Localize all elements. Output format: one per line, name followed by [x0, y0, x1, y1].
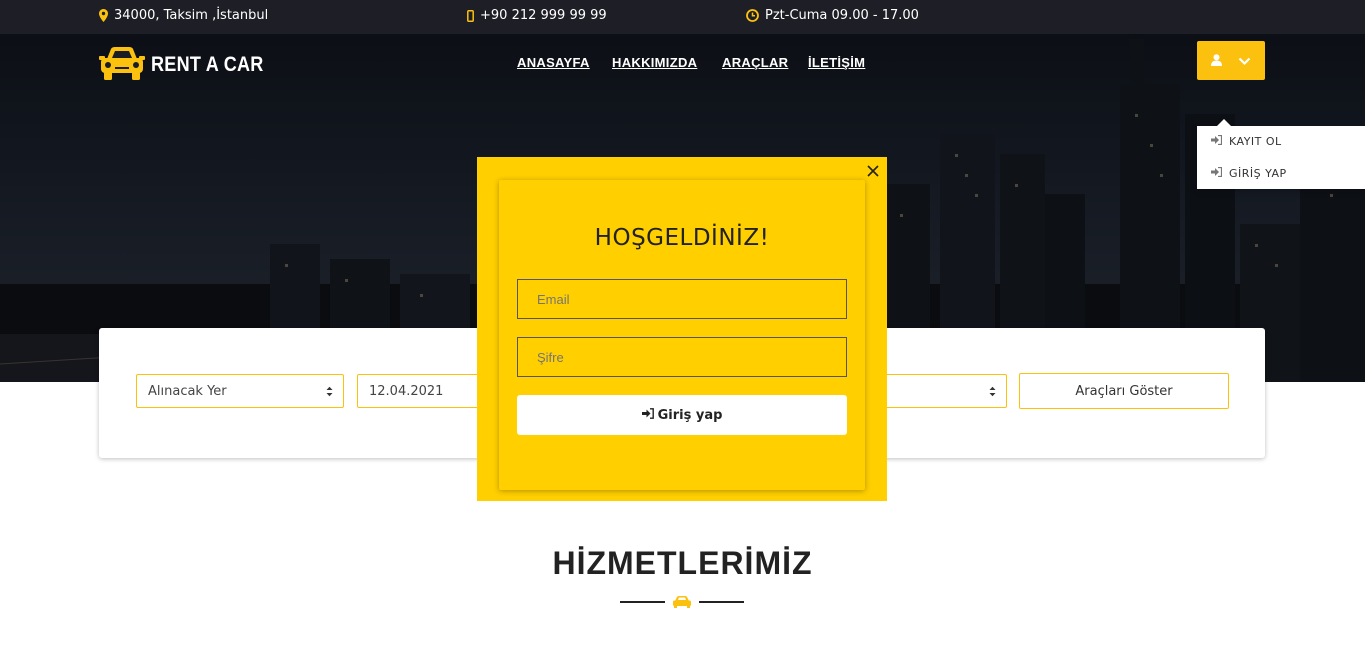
heading-divider	[620, 596, 744, 608]
select-arrows-icon	[989, 386, 996, 401]
map-marker-icon	[99, 9, 108, 22]
nav-link-contact[interactable]: İLETİŞİM	[808, 55, 865, 70]
show-cars-button[interactable]: Araçları Göster	[1019, 373, 1229, 409]
close-icon[interactable]	[866, 163, 880, 177]
mobile-phone-icon	[467, 9, 474, 22]
clock-icon	[746, 9, 759, 22]
chevron-down-icon	[1238, 51, 1251, 70]
main-navigation: ANASAYFA HAKKIMIZDA ARAÇLAR İLETİŞİM	[0, 55, 1365, 75]
menu-item-register-label: KAYIT OL	[1229, 135, 1282, 148]
pickup-place-value: Alınacak Yer	[148, 383, 227, 399]
sign-in-icon	[1211, 134, 1223, 148]
nav-link-about[interactable]: HAKKIMIZDA	[612, 55, 697, 70]
sign-in-icon	[1211, 166, 1223, 180]
car-icon	[673, 596, 691, 608]
top-info-bar: 34000, Taksim ,İstanbul +90 212 999 99 9…	[0, 0, 1365, 34]
hours-text: Pzt-Cuma 09.00 - 17.00	[765, 8, 919, 23]
user-icon	[1211, 51, 1222, 70]
pickup-date-input[interactable]: 12.04.2021	[357, 374, 482, 408]
modal-title: HOŞGELDİNİZ!	[594, 225, 770, 251]
login-submit-label: Giriş yap	[657, 407, 723, 423]
page: 34000, Taksim ,İstanbul +90 212 999 99 9…	[0, 0, 1365, 649]
hours-info: Pzt-Cuma 09.00 - 17.00	[746, 8, 919, 23]
pickup-date-value: 12.04.2021	[369, 383, 444, 399]
password-field[interactable]	[517, 337, 847, 377]
email-field[interactable]	[517, 279, 847, 319]
services-heading: HİZMETLERİMİZ	[552, 545, 813, 581]
user-dropdown-menu: KAYIT OL GİRİŞ YAP	[1197, 119, 1365, 189]
select-arrows-icon	[326, 386, 333, 401]
menu-item-login-label: GİRİŞ YAP	[1229, 167, 1287, 180]
nav-link-cars[interactable]: ARAÇLAR	[722, 55, 788, 70]
menu-item-register[interactable]: KAYIT OL	[1211, 134, 1282, 148]
login-submit-button[interactable]: Giriş yap	[517, 395, 847, 435]
address-text: 34000, Taksim ,İstanbul	[114, 8, 269, 23]
address-info: 34000, Taksim ,İstanbul	[99, 8, 268, 23]
nav-link-home[interactable]: ANASAYFA	[517, 55, 590, 70]
user-menu-button[interactable]	[1197, 41, 1265, 80]
menu-item-login[interactable]: GİRİŞ YAP	[1211, 166, 1287, 180]
sign-in-icon	[641, 407, 654, 423]
pickup-place-select[interactable]: Alınacak Yer	[136, 374, 344, 408]
phone-text: +90 212 999 99 99	[480, 8, 607, 23]
return-place-select[interactable]	[882, 374, 1007, 408]
phone-info: +90 212 999 99 99	[467, 8, 607, 23]
